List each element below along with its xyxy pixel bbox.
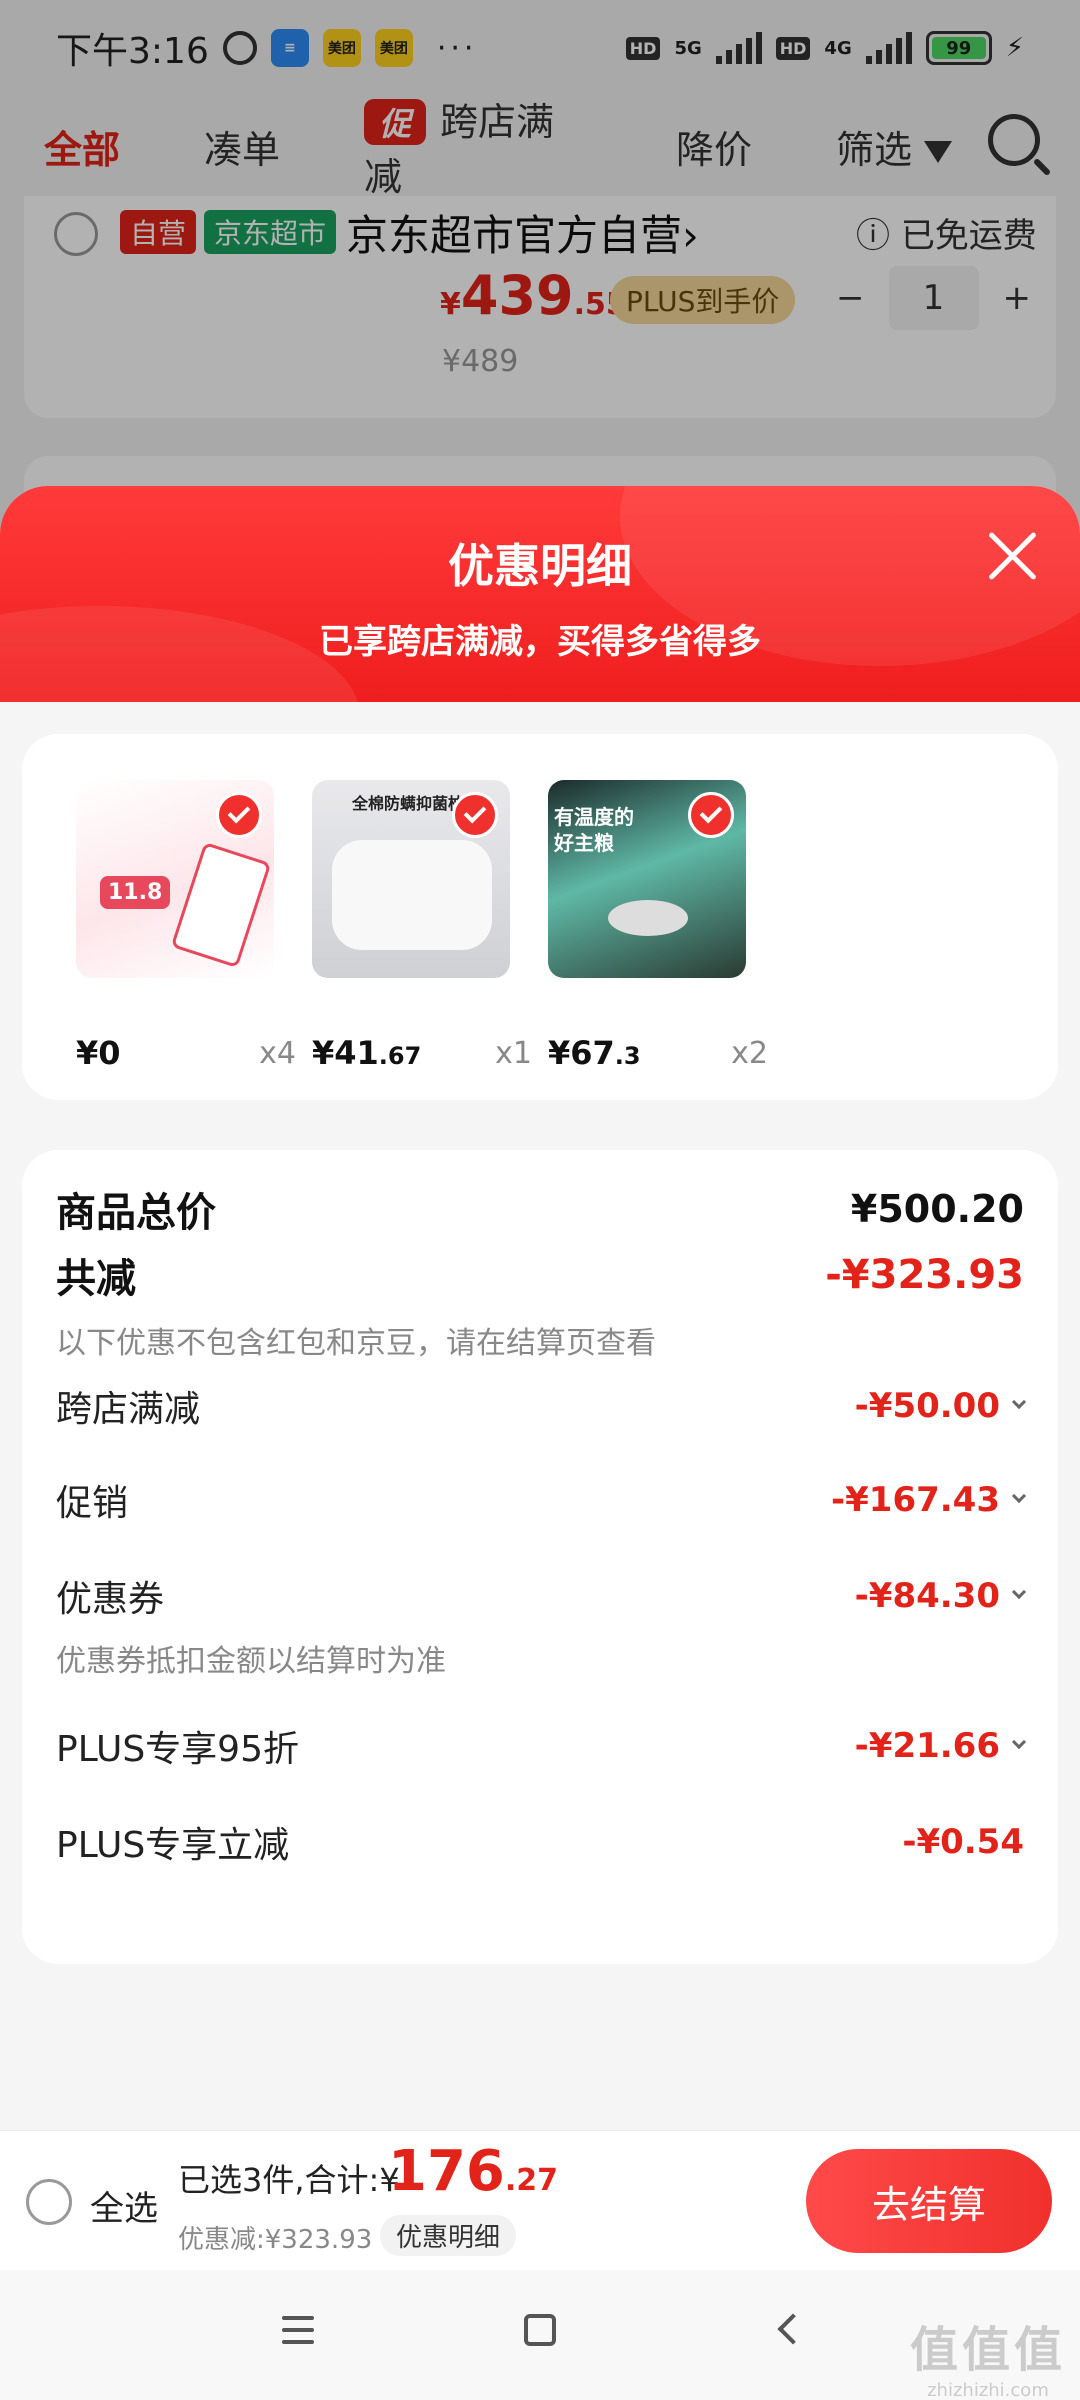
- product-price-int: ¥0: [76, 1034, 121, 1072]
- discount-label: 促销: [56, 1483, 129, 1524]
- chevron-down-icon: [1011, 1488, 1027, 1504]
- total-reduce-value: -¥323.93: [825, 1252, 1024, 1298]
- total-price-value: ¥500.20: [850, 1187, 1024, 1231]
- selected-check-icon: [688, 792, 734, 838]
- product-price: ¥41.67: [312, 1034, 421, 1072]
- total-amount-dec: .27: [504, 2163, 559, 2198]
- discount-amount: -¥21.66: [854, 1726, 1000, 1766]
- total-amount-int: 176: [388, 2139, 505, 2204]
- sheet-subtitle: 已享跨店满减，买得多省得多: [319, 622, 761, 662]
- total-price-row: 商品总价 ¥500.20: [56, 1180, 1024, 1238]
- discount-detail-button[interactable]: 优惠明细: [380, 2215, 517, 2256]
- coupon-note: 优惠券抵扣金额以结算时为准: [56, 1644, 446, 1679]
- product-thumbnail: 全棉防螨抑菌枕: [312, 780, 510, 978]
- selected-summary: 已选3件,合计:¥: [178, 2161, 400, 2199]
- select-all-radio[interactable]: [26, 2179, 72, 2225]
- discount-label: 跨店满减: [56, 1389, 201, 1430]
- product-price-dec: .67: [378, 1042, 422, 1070]
- product-price-int: ¥67: [548, 1034, 615, 1072]
- price-breakdown-card: 商品总价 ¥500.20 共减 -¥323.93 以下优惠不包含红包和京豆，请在…: [22, 1150, 1058, 1964]
- product-price: ¥0: [76, 1034, 121, 1072]
- total-price-label: 商品总价: [56, 1190, 216, 1236]
- product-item[interactable]: 11.8 ¥0 x4: [76, 780, 296, 1072]
- discount-value: -¥167.43: [831, 1480, 1027, 1520]
- select-all-label[interactable]: 全选: [90, 2181, 158, 2230]
- close-icon[interactable]: [984, 528, 1040, 584]
- product-item[interactable]: 有温度的好主粮 ¥67.3 x2: [548, 780, 768, 1072]
- sheet-title: 优惠明细: [448, 539, 632, 593]
- discount-value: -¥84.30: [854, 1576, 1027, 1616]
- pillow-shape: [332, 840, 492, 950]
- discount-amount: -¥84.30: [854, 1576, 1000, 1616]
- product-thumbnail: 11.8: [76, 780, 274, 978]
- product-price-int: ¥41: [312, 1034, 379, 1072]
- thumb-text: 有温度的好主粮: [554, 805, 634, 855]
- discount-label: PLUS专享95折: [56, 1729, 299, 1770]
- back-icon[interactable]: [777, 2313, 809, 2345]
- total-reduce-row: 共减 -¥323.93: [56, 1246, 1024, 1304]
- thumb-text: 全棉防螨抑菌枕: [352, 794, 465, 813]
- watermark-logo: 值值值: [909, 2322, 1066, 2378]
- product-thumbnail: 有温度的好主粮: [548, 780, 746, 978]
- menu-icon[interactable]: [282, 2316, 314, 2352]
- product-qty: x1: [495, 1036, 532, 1071]
- discount-value: -¥0.54: [902, 1822, 1024, 1862]
- product-item[interactable]: 全棉防螨抑菌枕 ¥41.67 x1: [312, 780, 532, 1072]
- discount-row-coupon[interactable]: 优惠券 -¥84.30: [56, 1570, 1027, 1622]
- discount-value: -¥50.00: [854, 1386, 1027, 1426]
- sheet-header: 优惠明细 已享跨店满减，买得多省得多: [0, 486, 1080, 826]
- selected-check-icon: [452, 792, 498, 838]
- product-qty: x4: [259, 1036, 296, 1071]
- discount-value: -¥21.66: [854, 1726, 1027, 1766]
- thumb-text: 11.8: [100, 876, 171, 909]
- toothpaste-shape: [170, 841, 272, 969]
- discount-amount: -¥50.00: [854, 1386, 1000, 1426]
- reduced-amount: 优惠减:¥323.93: [178, 2225, 373, 2255]
- total-reduce-label: 共减: [56, 1256, 136, 1302]
- reduce-note: 以下优惠不包含红包和京豆，请在结算页查看: [56, 1326, 656, 1361]
- discount-detail-sheet: 优惠明细 已享跨店满减，买得多省得多 11.8 ¥0 x4 全棉防螨抑菌枕 ¥4…: [0, 486, 1080, 2400]
- discount-amount: -¥167.43: [831, 1480, 1000, 1520]
- product-price: ¥67.3: [548, 1034, 641, 1072]
- total-amount: 176.27: [388, 2139, 558, 2204]
- bowl-shape: [608, 900, 688, 936]
- selected-products-card: 11.8 ¥0 x4 全棉防螨抑菌枕 ¥41.67 x1 有温度的好主粮 ¥67…: [22, 734, 1058, 1100]
- selected-check-icon: [216, 792, 262, 838]
- watermark: 值值值 zhizhizhi.com: [910, 2310, 1066, 2400]
- discount-row-plus-instant: PLUS专享立减 -¥0.54: [56, 1816, 1024, 1868]
- home-icon[interactable]: [524, 2314, 556, 2346]
- discount-row-plus-95[interactable]: PLUS专享95折 -¥21.66: [56, 1720, 1027, 1772]
- chevron-down-icon: [1011, 1734, 1027, 1750]
- chevron-down-icon: [1011, 1394, 1027, 1410]
- product-price-dec: .3: [614, 1042, 641, 1070]
- discount-label: 优惠券: [56, 1579, 165, 1620]
- checkout-bar: 全选 已选3件,合计:¥ 176.27 优惠减:¥323.93 优惠明细 去结算: [0, 2130, 1080, 2270]
- watermark-url: zhizhizhi.com: [927, 2380, 1049, 2400]
- discount-row-cross-store[interactable]: 跨店满减 -¥50.00: [56, 1380, 1027, 1432]
- product-qty: x2: [731, 1036, 768, 1071]
- chevron-down-icon: [1011, 1584, 1027, 1600]
- checkout-button[interactable]: 去结算: [806, 2149, 1052, 2253]
- discount-row-promotion[interactable]: 促销 -¥167.43: [56, 1474, 1027, 1526]
- discount-label: PLUS专享立减: [56, 1825, 290, 1866]
